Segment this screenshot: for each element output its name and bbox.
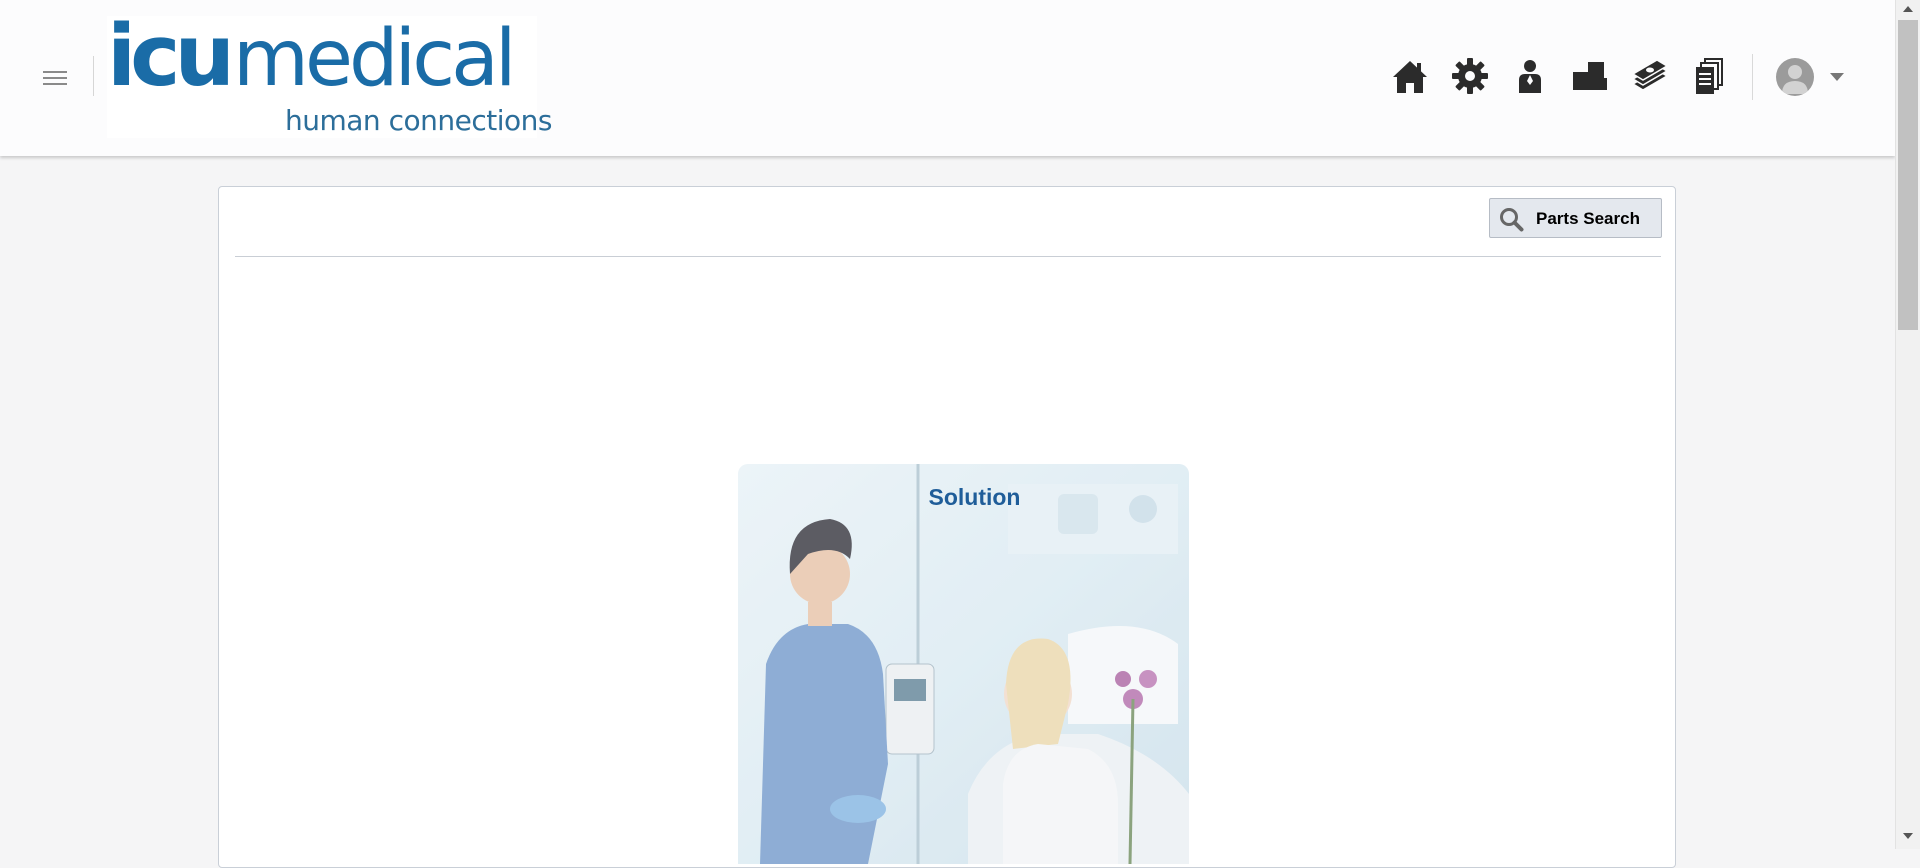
hamburger-menu-icon[interactable] — [41, 68, 69, 88]
toolbar-divider — [235, 256, 1661, 257]
parts-search-label: Parts Search — [1536, 209, 1640, 228]
logo-wordmark: icumedical — [107, 14, 517, 100]
scroll-down-arrow-icon[interactable] — [1903, 833, 1913, 839]
solution-tile[interactable]: Solution — [738, 464, 1189, 864]
boxes-icon[interactable] — [1570, 56, 1610, 96]
user-avatar-icon[interactable] — [1776, 58, 1814, 96]
documents-icon[interactable] — [1690, 56, 1730, 96]
gear-icon[interactable] — [1450, 56, 1490, 96]
caret-down-icon[interactable] — [1830, 73, 1844, 81]
parts-search-button[interactable]: Parts Search — [1489, 198, 1662, 238]
header-divider — [93, 56, 94, 96]
user-menu[interactable] — [1776, 58, 1848, 96]
company-logo[interactable]: icumedical human connections — [107, 14, 552, 138]
logo-tagline: human connections — [285, 104, 552, 137]
search-icon — [1500, 208, 1524, 232]
money-icon[interactable] — [1630, 56, 1670, 96]
app-header: icumedical human connections — [0, 0, 1895, 156]
logo-icu-text: icu — [107, 7, 235, 106]
solution-tile-title: Solution — [928, 484, 1021, 510]
header-divider — [1752, 54, 1753, 100]
home-icon[interactable] — [1390, 56, 1430, 96]
person-icon[interactable] — [1510, 56, 1550, 96]
scroll-up-arrow-icon[interactable] — [1903, 6, 1913, 12]
logo-medical-text: medical — [233, 14, 517, 104]
vertical-scrollbar[interactable] — [1895, 0, 1920, 849]
scrollbar-thumb[interactable] — [1898, 20, 1918, 330]
solution-photo — [738, 464, 1189, 864]
